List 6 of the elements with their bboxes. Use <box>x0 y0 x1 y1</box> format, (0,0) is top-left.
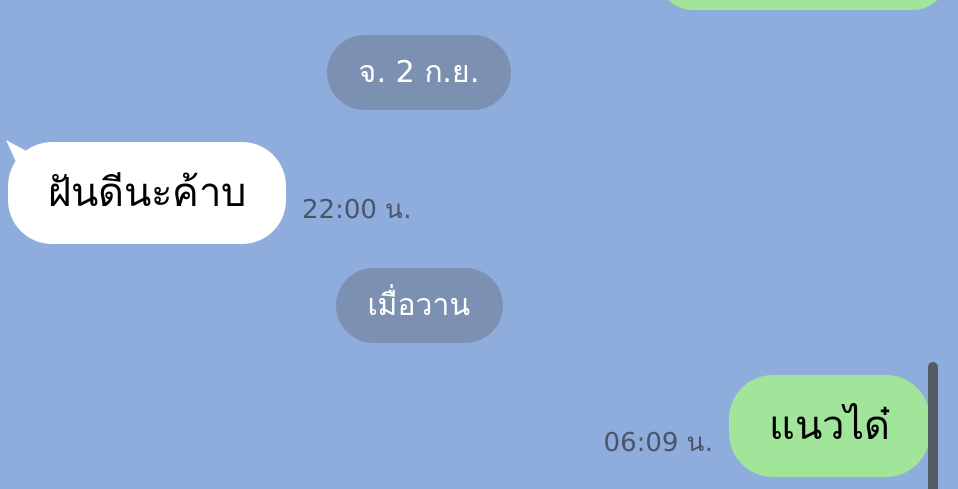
message-time: 22:00 น. <box>302 194 412 227</box>
date-chip: จ. 2 ก.ย. <box>326 35 512 110</box>
message-bubble: ฝันดีนะค้าบ <box>8 142 286 244</box>
message-bubble: แนวได๋ <box>729 375 930 477</box>
message-time: 06:09 น. <box>604 427 713 460</box>
date-chip: เมื่อวาน <box>336 268 502 343</box>
